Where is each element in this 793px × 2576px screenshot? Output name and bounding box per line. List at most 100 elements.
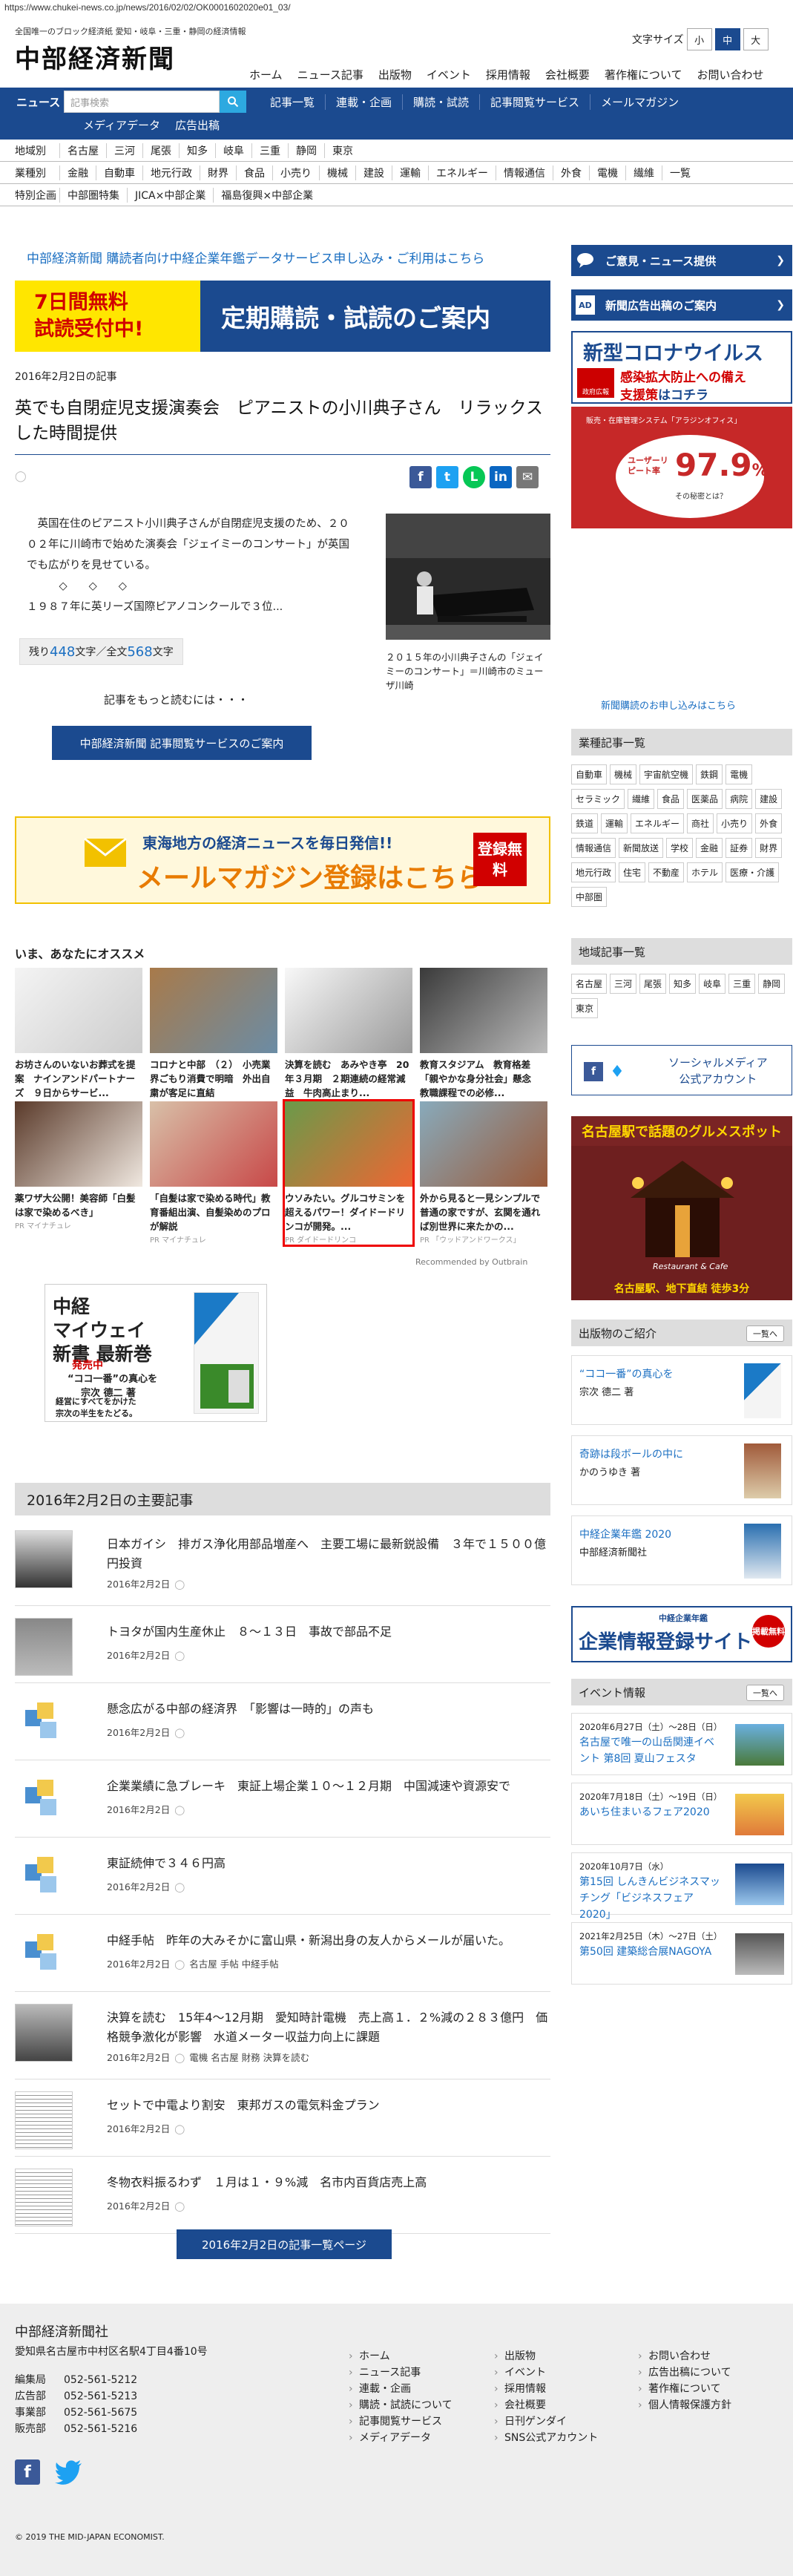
top-nav-copyright[interactable]: 著作権について (597, 67, 690, 82)
footer-link[interactable]: 購読・試読について (349, 2397, 453, 2413)
industry-tag[interactable]: 外食 (755, 813, 783, 833)
news-title[interactable]: セットで中電より割安 東邦ガスの電気料金プラン (107, 2096, 549, 2115)
event-item[interactable]: 2020年6月27日（土）～28日（日） 名古屋で唯一の山岳関連イベント 第8回 … (571, 1713, 792, 1775)
industry-nav-item[interactable]: 財界 (200, 165, 236, 180)
industry-tag[interactable]: 食品 (657, 789, 685, 809)
font-size-medium-button[interactable]: 中 (714, 28, 740, 50)
nav-article-list[interactable]: 記事一覧 (260, 94, 325, 110)
industry-nav-item[interactable]: 運輸 (392, 165, 428, 180)
industry-tag[interactable]: 住宅 (619, 862, 646, 882)
twitter-icon[interactable]: ♦ (608, 1062, 627, 1081)
news-list-item[interactable]: 東証続伸で３４６円高 2016年2月2日 ◯ (15, 1843, 550, 1915)
footer-link[interactable]: 会社概要 (494, 2397, 598, 2413)
aladdin-office-ad[interactable]: 販売・在庫管理システム「アラジンオフィス」 ユーザーリピート率 97.9% その… (571, 407, 792, 528)
top-nav-company[interactable]: 会社概要 (538, 67, 597, 82)
top-nav-news[interactable]: ニュース記事 (290, 67, 371, 82)
region-tag[interactable]: 三河 (610, 974, 637, 994)
twitter-share-icon[interactable]: t (436, 466, 458, 488)
region-nav-item[interactable]: 尾張 (142, 142, 179, 158)
industry-nav-item[interactable]: 自動車 (96, 165, 142, 180)
industry-tag[interactable]: 学校 (666, 838, 694, 858)
news-title[interactable]: 日本ガイシ 排ガス浄化用部品増産へ 主要工場に最新鋭設備 ３年で１５００億円投資 (107, 1535, 549, 1573)
region-tag[interactable]: 知多 (669, 974, 697, 994)
publication-item[interactable]: 奇跡は段ボールの中に かのうゆき 著 (571, 1435, 792, 1505)
nav-article-service[interactable]: 記事閲覧サービス (479, 94, 590, 110)
industry-nav-item[interactable]: 外食 (553, 165, 589, 180)
industry-tag[interactable]: 鉄道 (571, 813, 599, 833)
industry-tag[interactable]: 証券 (725, 838, 753, 858)
region-nav-item[interactable]: 三重 (251, 142, 288, 158)
footer-link[interactable]: 連載・企画 (349, 2381, 453, 2397)
industry-tag[interactable]: エネルギー (631, 813, 685, 833)
event-title[interactable]: 名古屋で唯一の山岳関連イベント 第8回 夏山フェスタ (579, 1734, 720, 1767)
industry-tag[interactable]: 建設 (755, 789, 783, 809)
region-tag[interactable]: 静岡 (758, 974, 786, 994)
news-list-item[interactable]: 中経手帖 昨年の大みそかに富山県・新潟出身の友人からメールが届いた。 2016年2… (15, 1921, 550, 1992)
industry-tag[interactable]: 電機 (725, 764, 753, 784)
font-size-small-button[interactable]: 小 (686, 28, 712, 50)
special-nav-item[interactable]: JICA×中部企業 (127, 187, 213, 203)
book-ad[interactable]: 中経 マイウェイ 新書 最新巻 発売中 “ココ一番”の真心を 宗次 德二 著 経… (45, 1284, 267, 1422)
region-nav-item[interactable]: 東京 (324, 142, 361, 158)
company-registration-banner[interactable]: 中経企業年鑑 企業情報登録サイト 掲載無料 (571, 1606, 792, 1662)
region-tag[interactable]: 尾張 (639, 974, 667, 994)
industry-tag[interactable]: セラミック (571, 789, 625, 809)
recommend-item[interactable]: 教育スタジアム 教育格差 「親やかな身分社会」懸念 教職課程での必修... (420, 968, 547, 1100)
publication-item[interactable]: 中経企業年鑑 2020 中部経済新聞社 (571, 1515, 792, 1585)
footer-link[interactable]: 採用情報 (494, 2381, 598, 2397)
news-list-item[interactable]: 企業業績に急ブレーキ 東証上場企業１０～１２月期 中国減速や資源安で 2016年2… (15, 1766, 550, 1838)
news-list-item[interactable]: 決算を読む 15年4～12月期 愛知時計電機 売上高１．２%減の２８３億円 価格… (15, 1998, 550, 2080)
footer-link[interactable]: 記事閲覧サービス (349, 2413, 453, 2430)
news-title[interactable]: 東証続伸で３４６円高 (107, 1854, 549, 1873)
industry-tag[interactable]: 情報通信 (571, 838, 616, 858)
industry-tag[interactable]: 医療・介護 (725, 862, 780, 882)
industry-tag[interactable]: 不動産 (648, 862, 685, 882)
industry-tag[interactable]: 宇宙航空機 (639, 764, 694, 784)
region-nav-item[interactable]: 岐阜 (215, 142, 251, 158)
industry-tag[interactable]: 機械 (610, 764, 637, 784)
industry-tag[interactable]: 財界 (755, 838, 783, 858)
industry-tag[interactable]: 繊維 (628, 789, 655, 809)
top-nav-events[interactable]: イベント (419, 67, 478, 82)
recommend-item[interactable]: 外から見ると一見シンプルで普通の家ですが、玄関を通れば別世界に来たかの... PR… (420, 1101, 547, 1245)
nav-series[interactable]: 連載・企画 (325, 94, 402, 110)
region-tag[interactable]: 岐阜 (699, 974, 726, 994)
footer-link[interactable]: お問い合わせ (638, 2348, 731, 2364)
footer-phone-number[interactable]: 052-561-5675 (64, 2407, 137, 2419)
news-list-item[interactable]: 日本ガイシ 排ガス浄化用部品増産へ 主要工場に最新鋭設備 ３年で１５００億円投資… (15, 1524, 550, 1606)
industry-tag[interactable]: 病院 (725, 789, 753, 809)
news-title[interactable]: 冬物衣料振るわず １月は１・９%減 名市内百貨店売上高 (107, 2173, 549, 2192)
publication-title[interactable]: “ココ一番”の真心を (579, 1366, 674, 1381)
top-nav-recruit[interactable]: 採用情報 (478, 67, 538, 82)
news-title[interactable]: 中経手帖 昨年の大みそかに富山県・新潟出身の友人からメールが届いた。 (107, 1931, 549, 1950)
news-tags[interactable]: 電機 名古屋 財務 決算を読む (189, 2052, 309, 2063)
event-item[interactable]: 2021年2月25日（木）～27日（土） 第50回 建築総合展NAGOYA (571, 1922, 792, 1985)
news-title[interactable]: 企業業績に急ブレーキ 東証上場企業１０～１２月期 中国減速や資源安で (107, 1777, 549, 1796)
search-button[interactable] (220, 91, 246, 113)
site-logo[interactable]: 中部経済新聞 (15, 39, 175, 75)
industry-tag[interactable]: 運輸 (601, 813, 628, 833)
article-service-button[interactable]: 中部経済新聞 記事閲覧サービスのご案内 (52, 726, 312, 760)
industry-tag[interactable]: 医薬品 (687, 789, 723, 809)
region-nav-item[interactable]: 知多 (179, 142, 215, 158)
special-nav-item[interactable]: 福島復興×中部企業 (213, 187, 320, 203)
industry-nav-item[interactable]: エネルギー (428, 165, 496, 180)
facebook-icon[interactable]: f (584, 1062, 603, 1081)
industry-nav-item[interactable]: 電機 (589, 165, 625, 180)
event-item[interactable]: 2020年7月18日（土）～19日（日） あいち住まいるフェア2020 (571, 1783, 792, 1845)
region-nav-item[interactable]: 三河 (106, 142, 142, 158)
publications-more-button[interactable]: 一覧へ (746, 1325, 784, 1342)
recommend-item[interactable]: コロナと中部 （２） 小売業界ごもり消費で明暗 外出自粛が客足に直結 (150, 968, 277, 1100)
industry-tag[interactable]: 自動車 (571, 764, 608, 784)
recommend-item[interactable]: 決算を読む あみやき亭 20年３月期 ２期連続の経常減益 牛肉高止まり... (285, 968, 412, 1100)
subscribe-link[interactable]: 新聞購読のお申し込みはこちら (601, 698, 736, 712)
mail-share-icon[interactable]: ✉ (516, 466, 539, 488)
industry-nav-item[interactable]: 繊維 (625, 165, 662, 180)
industry-tag[interactable]: 商社 (687, 813, 714, 833)
line-share-icon[interactable]: L (463, 466, 485, 488)
footer-link[interactable]: 広告出稿について (638, 2364, 731, 2381)
industry-nav-item[interactable]: 地元行政 (142, 165, 200, 180)
region-tag[interactable]: 名古屋 (571, 974, 608, 994)
corona-banner[interactable]: 新型コロナウイルス 政府広報 感染拡大防止への備え 支援策はコチラ (571, 331, 792, 404)
gourmet-ad[interactable]: 名古屋駅で話題のグルメスポット Restaurant & Cafe 名古屋駅、地… (571, 1116, 792, 1300)
